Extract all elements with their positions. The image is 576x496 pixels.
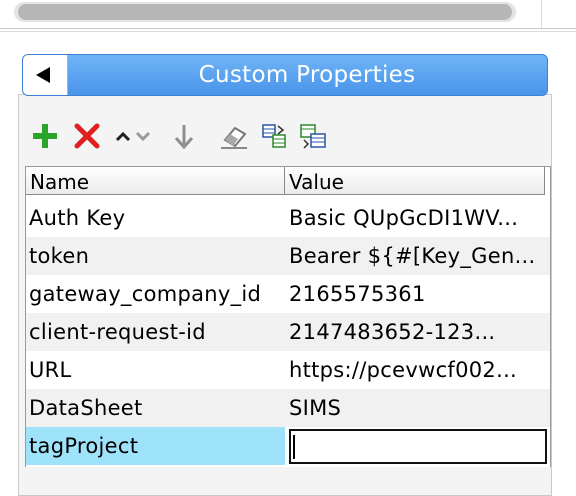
property-value-cell[interactable]: 2165575361 bbox=[286, 275, 548, 313]
property-name-cell[interactable]: DataSheet bbox=[26, 389, 285, 427]
caret-down-icon bbox=[135, 131, 151, 142]
property-value-cell[interactable]: SIMS bbox=[286, 389, 548, 427]
horizontal-scrollbar-thumb[interactable] bbox=[18, 4, 512, 20]
export-button[interactable] bbox=[298, 118, 330, 154]
property-name-cell[interactable]: Auth Key bbox=[26, 199, 285, 237]
divider bbox=[0, 31, 576, 32]
arrow-down-icon bbox=[174, 125, 194, 150]
property-value-cell[interactable]: https://pcevwcf002... bbox=[286, 351, 548, 389]
property-name-cell[interactable]: token bbox=[26, 237, 285, 275]
table-row[interactable]: DataSheet SIMS bbox=[26, 389, 550, 427]
properties-table: Name Value Auth Key Basic QUpGcDI1WV... … bbox=[25, 166, 551, 467]
property-value-editor[interactable] bbox=[289, 429, 547, 464]
property-name-cell[interactable]: tagProject bbox=[26, 427, 285, 465]
x-icon bbox=[74, 123, 100, 149]
export-table-icon bbox=[300, 124, 326, 149]
property-name-cell[interactable]: gateway_company_id bbox=[26, 275, 285, 313]
table-row[interactable]: gateway_company_id 2165575361 bbox=[26, 275, 550, 313]
panel-header: Custom Properties bbox=[22, 54, 548, 96]
eraser-icon bbox=[221, 126, 247, 149]
table-row[interactable]: client-request-id 2147483652-123... bbox=[26, 313, 550, 351]
property-value-cell[interactable]: Basic QUpGcDI1WV... bbox=[286, 199, 548, 237]
add-property-button[interactable] bbox=[30, 118, 60, 154]
text-caret bbox=[293, 435, 295, 459]
property-value-cell[interactable]: 2147483652-123... bbox=[286, 313, 548, 351]
left-triangle-icon bbox=[36, 67, 50, 83]
divider bbox=[541, 0, 542, 28]
panel-title: Custom Properties bbox=[198, 62, 416, 88]
import-button[interactable] bbox=[260, 118, 290, 154]
property-name-cell[interactable]: URL bbox=[26, 351, 285, 389]
delete-property-button[interactable] bbox=[72, 118, 102, 154]
column-header-name[interactable]: Name bbox=[26, 167, 285, 195]
import-table-icon bbox=[262, 124, 286, 148]
plus-icon bbox=[33, 124, 57, 148]
arrow-down-button[interactable] bbox=[170, 118, 198, 154]
divider bbox=[0, 28, 576, 29]
top-scroll-area bbox=[0, 0, 576, 28]
back-button[interactable] bbox=[23, 55, 68, 95]
table-row[interactable]: Auth Key Basic QUpGcDI1WV... bbox=[26, 199, 550, 237]
column-header-value[interactable]: Value bbox=[285, 167, 545, 195]
move-up-button[interactable] bbox=[114, 118, 132, 154]
move-down-button[interactable] bbox=[134, 118, 152, 154]
table-row[interactable]: URL https://pcevwcf002... bbox=[26, 351, 550, 389]
table-row[interactable]: token Bearer ${#[Key_Gen... bbox=[26, 237, 550, 275]
caret-up-icon bbox=[115, 131, 131, 142]
property-value-cell[interactable]: Bearer ${#[Key_Gen... bbox=[286, 237, 548, 275]
property-name-cell[interactable]: client-request-id bbox=[26, 313, 285, 351]
clear-button[interactable] bbox=[218, 118, 250, 154]
